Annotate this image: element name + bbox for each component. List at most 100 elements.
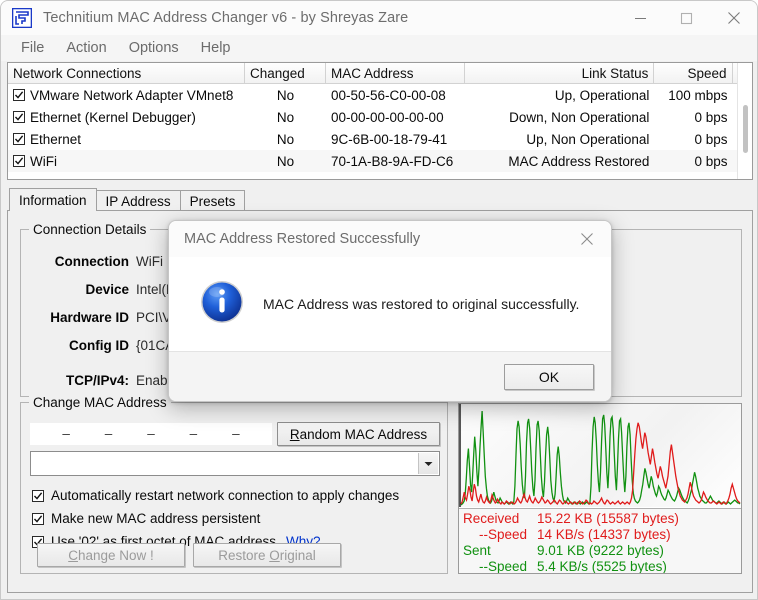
- row-checkbox[interactable]: [13, 89, 25, 101]
- table-row[interactable]: Ethernet No 9C-6B-00-18-79-41 Up, Non Op…: [8, 128, 752, 150]
- table-row[interactable]: WiFi No 70-1A-B8-9A-FD-C6 MAC Address Re…: [8, 150, 752, 172]
- row-mac-cell: 9C-6B-00-18-79-41: [331, 131, 448, 147]
- window-title: Technitium MAC Address Changer v6 - by S…: [43, 10, 409, 26]
- stat-value-received: 15.22 KB (15587 bytes): [537, 510, 679, 526]
- mac-octet-3[interactable]: [114, 424, 145, 444]
- tab-ip-address[interactable]: IP Address: [95, 190, 181, 211]
- stat-label-sent-speed: --Speed: [479, 558, 528, 574]
- list-vertical-scrollbar[interactable]: [737, 63, 752, 179]
- checkbox-auto-restart-box[interactable]: [32, 489, 44, 502]
- dialog-message: MAC Address was restored to original suc…: [263, 296, 580, 312]
- table-row[interactable]: Ethernet (Kernel Debugger) No 00-00-00-0…: [8, 106, 752, 128]
- mac-octet-2[interactable]: [72, 424, 103, 444]
- scrollbar-thumb[interactable]: [743, 105, 748, 153]
- mac-octet-4[interactable]: [157, 424, 188, 444]
- row-changed-cell: No: [276, 153, 295, 169]
- mac-separator: –: [147, 426, 155, 441]
- row-name-cell: Ethernet: [8, 128, 245, 150]
- list-header: Network Connections Changed MAC Address …: [8, 63, 752, 84]
- row-checkbox[interactable]: [13, 133, 25, 145]
- dialog-footer: OK: [169, 351, 611, 401]
- row-speed-cell: 100 mbps: [668, 87, 728, 103]
- row-name-cell: VMware Network Adapter VMnet8: [8, 84, 245, 106]
- mac-octet-1[interactable]: [30, 424, 60, 444]
- mac-preset-combobox[interactable]: [30, 451, 440, 476]
- minimize-button[interactable]: [617, 1, 663, 35]
- change-button-accesskey: C: [68, 547, 78, 563]
- mac-octet-5[interactable]: [199, 424, 230, 444]
- checkbox-auto-restart[interactable]: Automatically restart network connection…: [32, 488, 399, 503]
- restore-original-button[interactable]: Restore Original: [193, 543, 341, 567]
- title-bar: Technitium MAC Address Changer v6 - by S…: [1, 1, 757, 35]
- traffic-graph-svg: [459, 404, 741, 507]
- stat-value-received-speed: 14 KB/s (14337 bytes): [537, 526, 671, 542]
- row-changed-cell: No: [276, 131, 295, 147]
- app-window: Technitium MAC Address Changer v6 - by S…: [0, 0, 758, 600]
- change-now-button[interactable]: Change Now !: [37, 543, 185, 567]
- table-row[interactable]: VMware Network Adapter VMnet8 No 00-50-5…: [8, 84, 752, 106]
- menu-bar: File Action Options Help: [1, 35, 757, 61]
- row-name-label: Ethernet: [30, 131, 82, 147]
- traffic-stats: Received 15.22 KB (15587 bytes) --Speed …: [459, 508, 741, 573]
- checkbox-persistent-label: Make new MAC address persistent: [51, 511, 261, 526]
- menu-item-file[interactable]: File: [10, 38, 55, 58]
- row-checkbox[interactable]: [13, 111, 25, 123]
- change-mac-address-group: Change MAC Address – – – – – Random MAC …: [20, 395, 448, 574]
- row-link-status-cell: Up, Operational: [554, 87, 650, 103]
- detail-label-connection: Connection: [54, 254, 129, 269]
- stat-label-received-speed: --Speed: [479, 526, 528, 542]
- close-button[interactable]: [709, 1, 757, 35]
- detail-label-hardware-id: Hardware ID: [50, 310, 129, 325]
- dialog-ok-button[interactable]: OK: [504, 364, 594, 390]
- detail-label-tcpipv4: TCP/IPv4:: [65, 373, 129, 388]
- row-speed-cell: 0 bps: [694, 109, 728, 125]
- app-logo-icon: [11, 7, 33, 29]
- row-checkbox[interactable]: [13, 155, 25, 167]
- maximize-button[interactable]: [663, 1, 709, 35]
- mac-octet-input-row[interactable]: – – – – –: [30, 423, 272, 445]
- window-controls: [617, 1, 757, 35]
- dialog-body: MAC Address was restored to original suc…: [169, 257, 611, 351]
- mac-separator: –: [62, 426, 70, 441]
- stat-row-sent: Sent 9.01 KB (9222 bytes): [459, 542, 741, 558]
- mac-restored-dialog: MAC Address Restored Successfully MAC Ad…: [168, 220, 612, 402]
- stat-label-received: Received: [463, 510, 520, 526]
- row-name-cell: Ethernet (Kernel Debugger): [8, 106, 245, 128]
- column-header-mac[interactable]: MAC Address: [326, 63, 465, 83]
- network-traffic-panel: Received 15.22 KB (15587 bytes) --Speed …: [458, 403, 742, 574]
- random-mac-address-button[interactable]: Random MAC Address: [277, 422, 440, 446]
- tab-information[interactable]: Information: [9, 188, 97, 211]
- mac-separator: –: [232, 426, 240, 441]
- stat-row-sent-speed: --Speed 5.4 KB/s (5525 bytes): [459, 558, 741, 574]
- random-button-accesskey: R: [289, 426, 300, 442]
- checkbox-persistent[interactable]: Make new MAC address persistent: [32, 511, 260, 526]
- stat-row-received-speed: --Speed 14 KB/s (14337 bytes): [459, 526, 741, 542]
- network-connections-list[interactable]: Network Connections Changed MAC Address …: [7, 62, 753, 180]
- change-button-label-rest: hange Now !: [77, 547, 154, 563]
- menu-item-options[interactable]: Options: [118, 38, 190, 58]
- dialog-close-button[interactable]: [563, 221, 611, 257]
- row-mac-cell: 00-00-00-00-00-00: [331, 109, 444, 125]
- detail-row-connection: Connection WiFi: [21, 254, 163, 269]
- row-mac-cell: 00-50-56-C0-00-08: [331, 87, 446, 103]
- row-name-label: Ethernet (Kernel Debugger): [30, 109, 196, 125]
- column-header-link-status[interactable]: Link Status: [465, 63, 655, 83]
- traffic-graph: [459, 404, 741, 507]
- row-speed-cell: 0 bps: [694, 131, 728, 147]
- mac-octet-6[interactable]: [242, 424, 272, 444]
- tab-presets[interactable]: Presets: [179, 190, 246, 211]
- column-header-changed[interactable]: Changed: [245, 63, 326, 83]
- row-changed-cell: No: [276, 87, 295, 103]
- detail-row-device: Device Intel(R): [21, 282, 180, 297]
- checkbox-persistent-box[interactable]: [32, 512, 44, 525]
- chevron-down-icon[interactable]: [418, 453, 438, 474]
- column-header-name[interactable]: Network Connections: [8, 63, 246, 83]
- row-name-label: WiFi: [30, 153, 57, 169]
- mac-separator: –: [104, 426, 113, 441]
- menu-item-help[interactable]: Help: [190, 38, 242, 58]
- column-header-speed[interactable]: Speed: [654, 63, 733, 83]
- row-link-status-cell: MAC Address Restored: [508, 153, 650, 169]
- menu-item-action[interactable]: Action: [55, 38, 117, 58]
- row-changed-cell: No: [276, 109, 295, 125]
- row-link-status-cell: Up, Non Operational: [526, 131, 650, 147]
